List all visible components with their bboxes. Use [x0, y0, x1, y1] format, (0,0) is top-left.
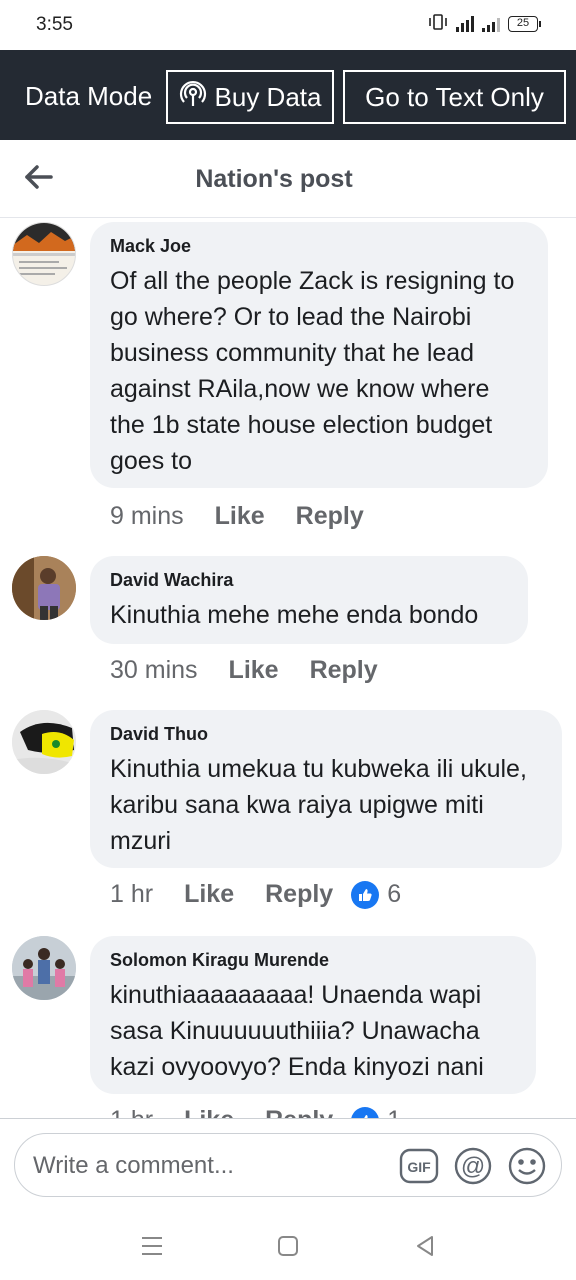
- data-mode-bar: Data Mode Buy Data Go to Text Only: [0, 50, 576, 140]
- system-nav-bar: [0, 1213, 576, 1280]
- comment-actions: 1 hr Like Reply 6: [110, 880, 401, 909]
- at-icon[interactable]: @: [453, 1146, 493, 1186]
- reaction-number: 1: [387, 1106, 401, 1118]
- svg-text:@: @: [461, 1153, 485, 1180]
- comment-author[interactable]: Solomon Kiragu Murende: [110, 950, 516, 971]
- buy-data-button[interactable]: Buy Data: [166, 70, 334, 124]
- thumbs-up-icon: [351, 880, 380, 909]
- comment-actions: 30 mins Like Reply: [110, 656, 409, 685]
- avatar[interactable]: [12, 710, 76, 774]
- reply-button[interactable]: Reply: [296, 502, 364, 531]
- comment-bubble[interactable]: David Thuo Kinuthia umekua tu kubweka il…: [90, 710, 562, 868]
- status-bar: 3:55 25: [0, 0, 576, 50]
- avatar[interactable]: [12, 222, 76, 286]
- comment-time[interactable]: 1 hr: [110, 880, 153, 909]
- vibrate-icon: [428, 14, 448, 33]
- avatar[interactable]: [12, 936, 76, 1000]
- svg-text:GIF: GIF: [407, 1159, 431, 1175]
- comment-bubble[interactable]: Solomon Kiragu Murende kinuthiaaaaaaaaa!…: [90, 936, 536, 1094]
- buy-data-label: Buy Data: [214, 81, 322, 112]
- like-button[interactable]: Like: [184, 880, 234, 909]
- comment-time[interactable]: 30 mins: [110, 656, 198, 685]
- thumbs-up-icon: [351, 1106, 380, 1118]
- comment-bubble[interactable]: David Wachira Kinuthia mehe mehe enda bo…: [90, 556, 528, 644]
- reply-button[interactable]: Reply: [265, 1106, 333, 1118]
- reply-button[interactable]: Reply: [265, 880, 333, 909]
- status-icons: 25: [428, 14, 541, 33]
- menu-icon[interactable]: [139, 1233, 165, 1259]
- like-button[interactable]: Like: [215, 502, 265, 531]
- comment-actions: 1 hr Like Reply 1: [110, 1106, 401, 1118]
- comment-author[interactable]: David Thuo: [110, 724, 542, 745]
- signal-icon: [456, 15, 474, 32]
- comment-text: Kinuthia umekua tu kubweka ili ukule, ka…: [110, 755, 527, 855]
- square-icon[interactable]: [275, 1233, 301, 1259]
- comment-time[interactable]: 1 hr: [110, 1106, 153, 1118]
- text-only-label: Go to Text Only: [365, 81, 544, 112]
- comments-list: Mack Joe Of all the people Zack is resig…: [0, 218, 576, 1118]
- smiley-icon[interactable]: [507, 1146, 547, 1186]
- reaction-count[interactable]: 6: [351, 880, 401, 909]
- comment-bubble[interactable]: Mack Joe Of all the people Zack is resig…: [90, 222, 548, 488]
- battery-icon: 25: [508, 15, 541, 32]
- like-button[interactable]: Like: [229, 656, 279, 685]
- comment-author[interactable]: David Wachira: [110, 570, 508, 591]
- text-only-button[interactable]: Go to Text Only: [343, 70, 566, 124]
- triangle-back-icon[interactable]: [412, 1233, 438, 1259]
- comment-text: kinuthiaaaaaaaaa! Unaenda wapi sasa Kinu…: [110, 981, 484, 1081]
- reaction-number: 6: [387, 880, 402, 908]
- comment-author[interactable]: Mack Joe: [110, 236, 528, 257]
- comment-text: Of all the people Zack is resigning to g…: [110, 267, 515, 475]
- data-mode-label: Data Mode: [25, 81, 153, 111]
- comment-actions: 9 mins Like Reply: [110, 502, 395, 531]
- broadcast-icon: [179, 80, 207, 115]
- page-title: Nation's post: [195, 165, 353, 193]
- gif-icon[interactable]: GIF: [399, 1146, 439, 1186]
- comment-composer: Write a comment... GIF @: [0, 1118, 576, 1213]
- page-header: Nation's post: [0, 140, 576, 218]
- comment-input[interactable]: Write a comment... GIF @: [14, 1133, 562, 1197]
- reply-button[interactable]: Reply: [310, 656, 378, 685]
- status-time: 3:55: [36, 14, 73, 35]
- comment-time[interactable]: 9 mins: [110, 502, 184, 531]
- like-button[interactable]: Like: [184, 1106, 234, 1118]
- comment-text: Kinuthia mehe mehe enda bondo: [110, 601, 479, 629]
- reaction-count[interactable]: 1: [351, 1106, 401, 1118]
- comment-placeholder: Write a comment...: [33, 1152, 234, 1179]
- signal-icon-2: [482, 16, 500, 32]
- avatar[interactable]: [12, 556, 76, 620]
